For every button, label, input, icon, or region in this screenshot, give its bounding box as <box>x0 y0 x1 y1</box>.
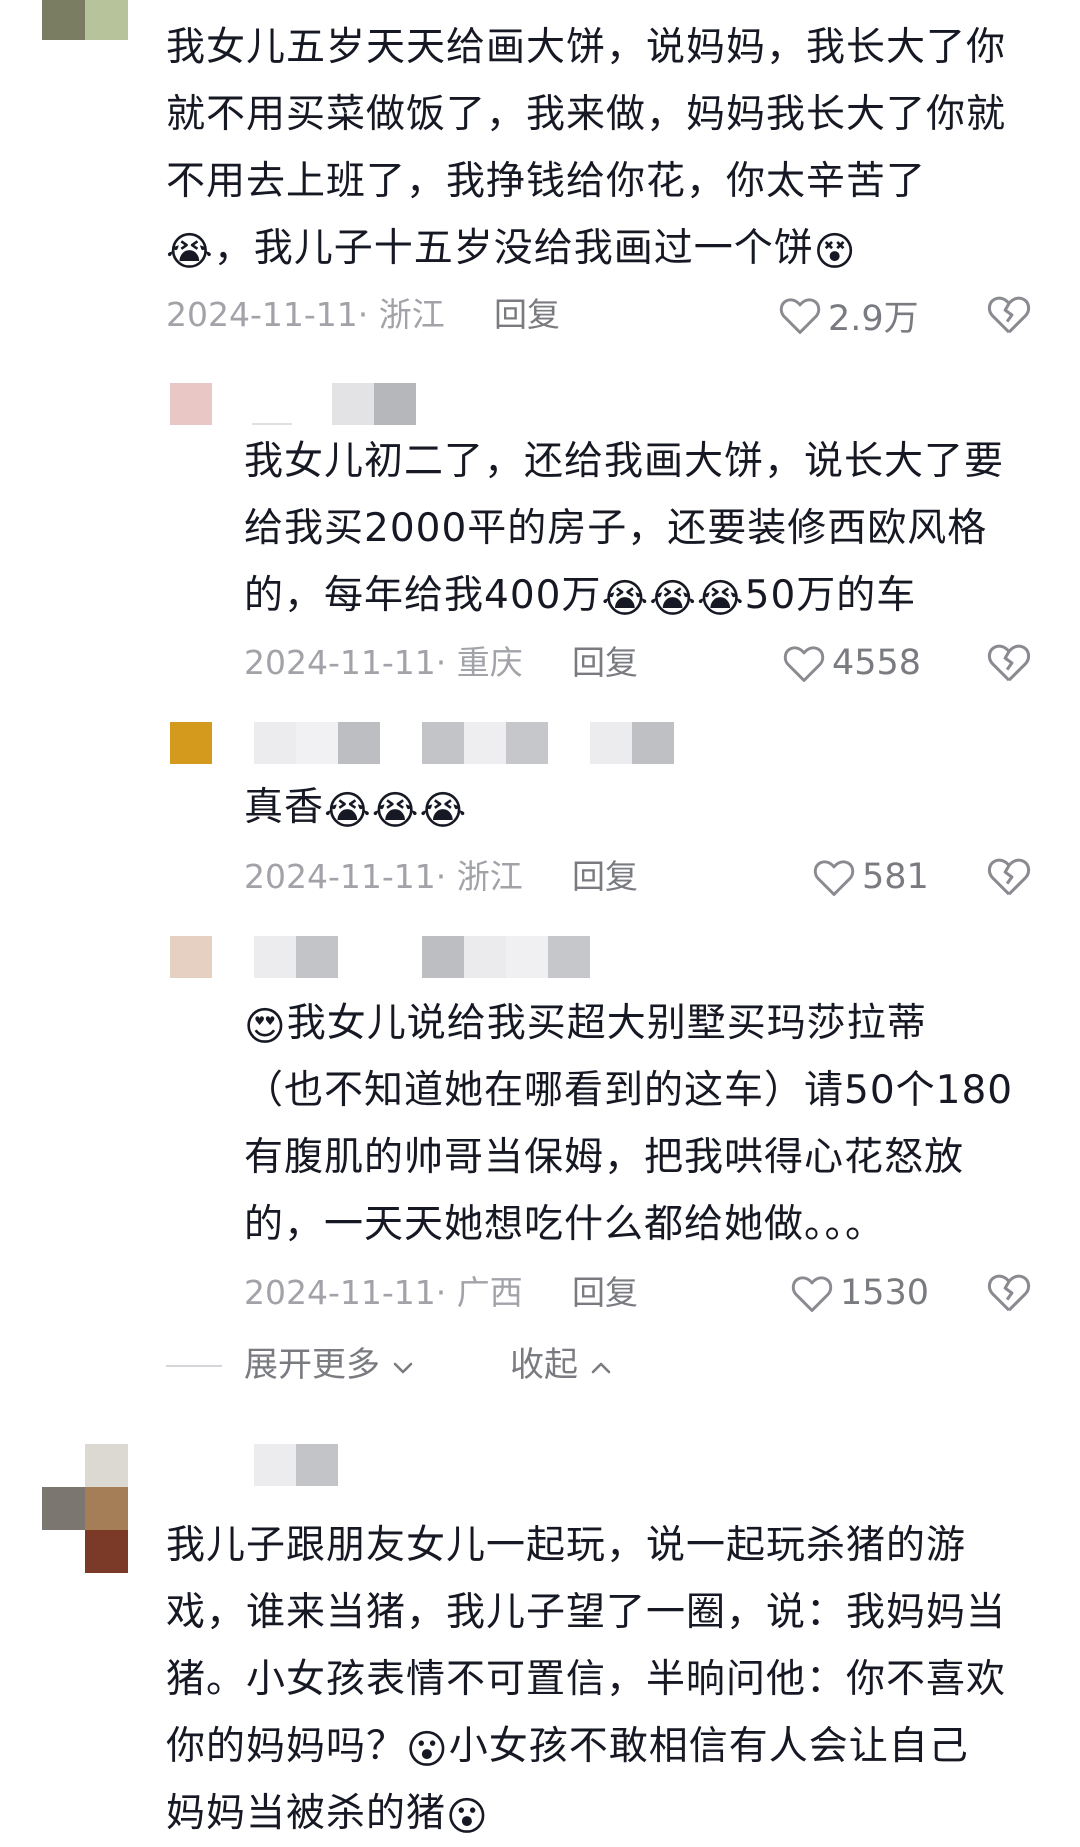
dizzy-emoji: 😵 <box>813 229 857 275</box>
dislike-button[interactable] <box>986 292 1032 338</box>
comment-text: 真香😭😭😭 <box>244 785 468 834</box>
username-masked[interactable] <box>252 383 416 425</box>
username-masked[interactable] <box>254 1444 338 1486</box>
broken-heart-icon <box>987 1274 1031 1312</box>
avatar[interactable] <box>170 383 212 425</box>
collapse-button[interactable]: 收起 <box>510 1340 613 1390</box>
broken-heart-icon <box>987 296 1031 334</box>
crying-emoji: 😭😭😭 <box>324 788 468 834</box>
heart-outline-icon <box>813 860 855 896</box>
like-count: 1530 <box>840 1273 930 1313</box>
like-button[interactable]: 4558 <box>782 638 921 688</box>
replies-toggle-row: 展开更多 收起 <box>166 1340 866 1390</box>
avatar[interactable] <box>170 936 212 978</box>
date-location: 2024-11-11· 浙江 <box>244 857 523 896</box>
crying-emoji: 😭😭😭 <box>601 576 745 622</box>
chevron-down-icon <box>393 1362 413 1374</box>
username-masked[interactable] <box>254 722 674 764</box>
comment-text: 😍我女儿说给我买超大别墅买玛莎拉蒂 （也不知道她在哪看到的这车）请50个180 … <box>244 1001 1014 1247</box>
chevron-up-icon <box>591 1362 611 1374</box>
reply-button[interactable]: 回复 <box>572 638 638 688</box>
reply-button[interactable]: 回复 <box>572 1268 638 1318</box>
heart-eyes-emoji: 😍 <box>244 1004 287 1050</box>
reply-button[interactable]: 回复 <box>572 852 638 902</box>
like-count: 581 <box>862 857 929 897</box>
username-masked[interactable] <box>254 936 590 978</box>
avatar[interactable] <box>42 0 128 40</box>
divider <box>166 1365 222 1367</box>
reply-button[interactable]: 回复 <box>494 290 560 340</box>
heart-outline-icon <box>783 646 825 682</box>
heart-outline-icon <box>779 298 821 334</box>
date-location: 2024-11-11· 广西 <box>244 1273 523 1312</box>
astonished-emoji: 😮 <box>406 1727 449 1773</box>
like-button[interactable]: 1530 <box>790 1268 929 1318</box>
broken-heart-icon <box>987 644 1031 682</box>
avatar-fragment <box>85 1530 128 1573</box>
crying-emoji: 😭 <box>166 229 214 275</box>
avatar[interactable] <box>42 1444 128 1530</box>
like-button[interactable]: 2.9万 <box>778 290 919 340</box>
expand-more-button[interactable]: 展开更多 <box>244 1340 415 1390</box>
like-count: 2.9万 <box>828 298 919 339</box>
like-button[interactable]: 581 <box>812 852 929 902</box>
date-location: 2024-11-11· 浙江 <box>166 295 445 334</box>
astonished-emoji: 😮 <box>446 1794 489 1840</box>
comment-text: 我女儿五岁天天给画大饼，说妈妈，我长大了你 就不用买菜做饭了，我来做，妈妈我长大… <box>166 25 1007 275</box>
avatar[interactable] <box>170 722 212 764</box>
dislike-button[interactable] <box>986 640 1032 686</box>
broken-heart-icon <box>987 858 1031 896</box>
comment-text: 我女儿初二了，还给我画大饼，说长大了要 给我买2000平的房子，还要装修西欧风格… <box>244 439 1005 622</box>
comment-text: 我儿子跟朋友女儿一起玩，说一起玩杀猪的游 戏，谁来当猪，我儿子望了一圈，说：我妈… <box>166 1523 1007 1840</box>
heart-outline-icon <box>791 1276 833 1312</box>
dislike-button[interactable] <box>986 1270 1032 1316</box>
like-count: 4558 <box>832 643 922 683</box>
dislike-button[interactable] <box>986 854 1032 900</box>
date-location: 2024-11-11· 重庆 <box>244 643 523 682</box>
